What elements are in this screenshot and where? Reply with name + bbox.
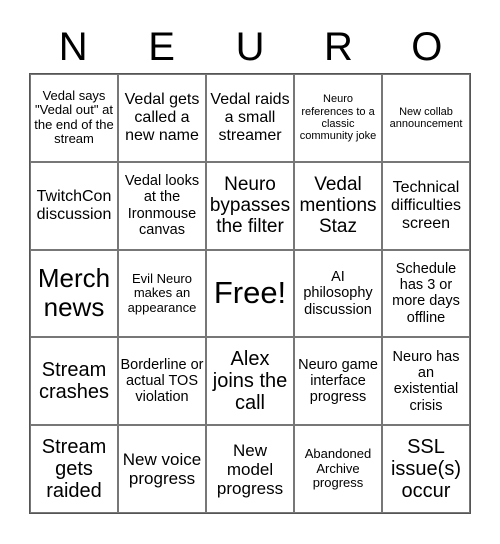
bingo-cell[interactable]: Neuro references to a classic community …: [294, 74, 382, 162]
bingo-grid: Vedal says "Vedal out" at the end of the…: [29, 73, 471, 514]
bingo-cell[interactable]: Neuro has an existential crisis: [382, 337, 470, 426]
bingo-cell[interactable]: TwitchCon discussion: [30, 161, 118, 250]
bingo-cell[interactable]: New voice progress: [118, 425, 206, 513]
bingo-cell[interactable]: Neuro game interface progress: [294, 337, 382, 426]
bingo-cell[interactable]: Abandoned Archive progress: [294, 425, 382, 513]
bingo-cell[interactable]: New collab announcement: [382, 74, 470, 162]
bingo-cell[interactable]: Vedal raids a small streamer: [206, 74, 294, 162]
free-space-cell[interactable]: Free!: [206, 249, 294, 338]
bingo-cell[interactable]: Vedal gets called a new name: [118, 74, 206, 162]
bingo-cell[interactable]: Schedule has 3 or more days offline: [382, 249, 470, 338]
bingo-cell[interactable]: Alex joins the call: [206, 337, 294, 426]
header-letter-o: O: [411, 25, 443, 69]
bingo-cell[interactable]: Borderline or actual TOS violation: [118, 337, 206, 426]
bingo-cell[interactable]: AI philosophy discussion: [294, 249, 382, 338]
bingo-cell[interactable]: Stream crashes: [30, 337, 118, 426]
bingo-header: N E U R O: [29, 22, 471, 72]
bingo-cell[interactable]: Neuro bypasses the filter: [206, 161, 294, 250]
bingo-cell[interactable]: SSL issue(s) occur: [382, 425, 470, 513]
bingo-cell[interactable]: Merch news: [30, 249, 118, 338]
bingo-cell[interactable]: Stream gets raided: [30, 425, 118, 513]
bingo-cell[interactable]: Evil Neuro makes an appearance: [118, 249, 206, 338]
bingo-cell[interactable]: New model progress: [206, 425, 294, 513]
header-letter-r: R: [323, 25, 353, 69]
bingo-cell[interactable]: Vedal looks at the Ironmouse canvas: [118, 161, 206, 250]
bingo-cell[interactable]: Vedal mentions Staz: [294, 161, 382, 250]
header-letter-n: N: [58, 25, 88, 69]
bingo-cell[interactable]: Technical difficulties screen: [382, 161, 470, 250]
header-letter-u: U: [235, 25, 265, 69]
bingo-cell[interactable]: Vedal says "Vedal out" at the end of the…: [30, 74, 118, 162]
header-letter-e: E: [148, 25, 175, 69]
